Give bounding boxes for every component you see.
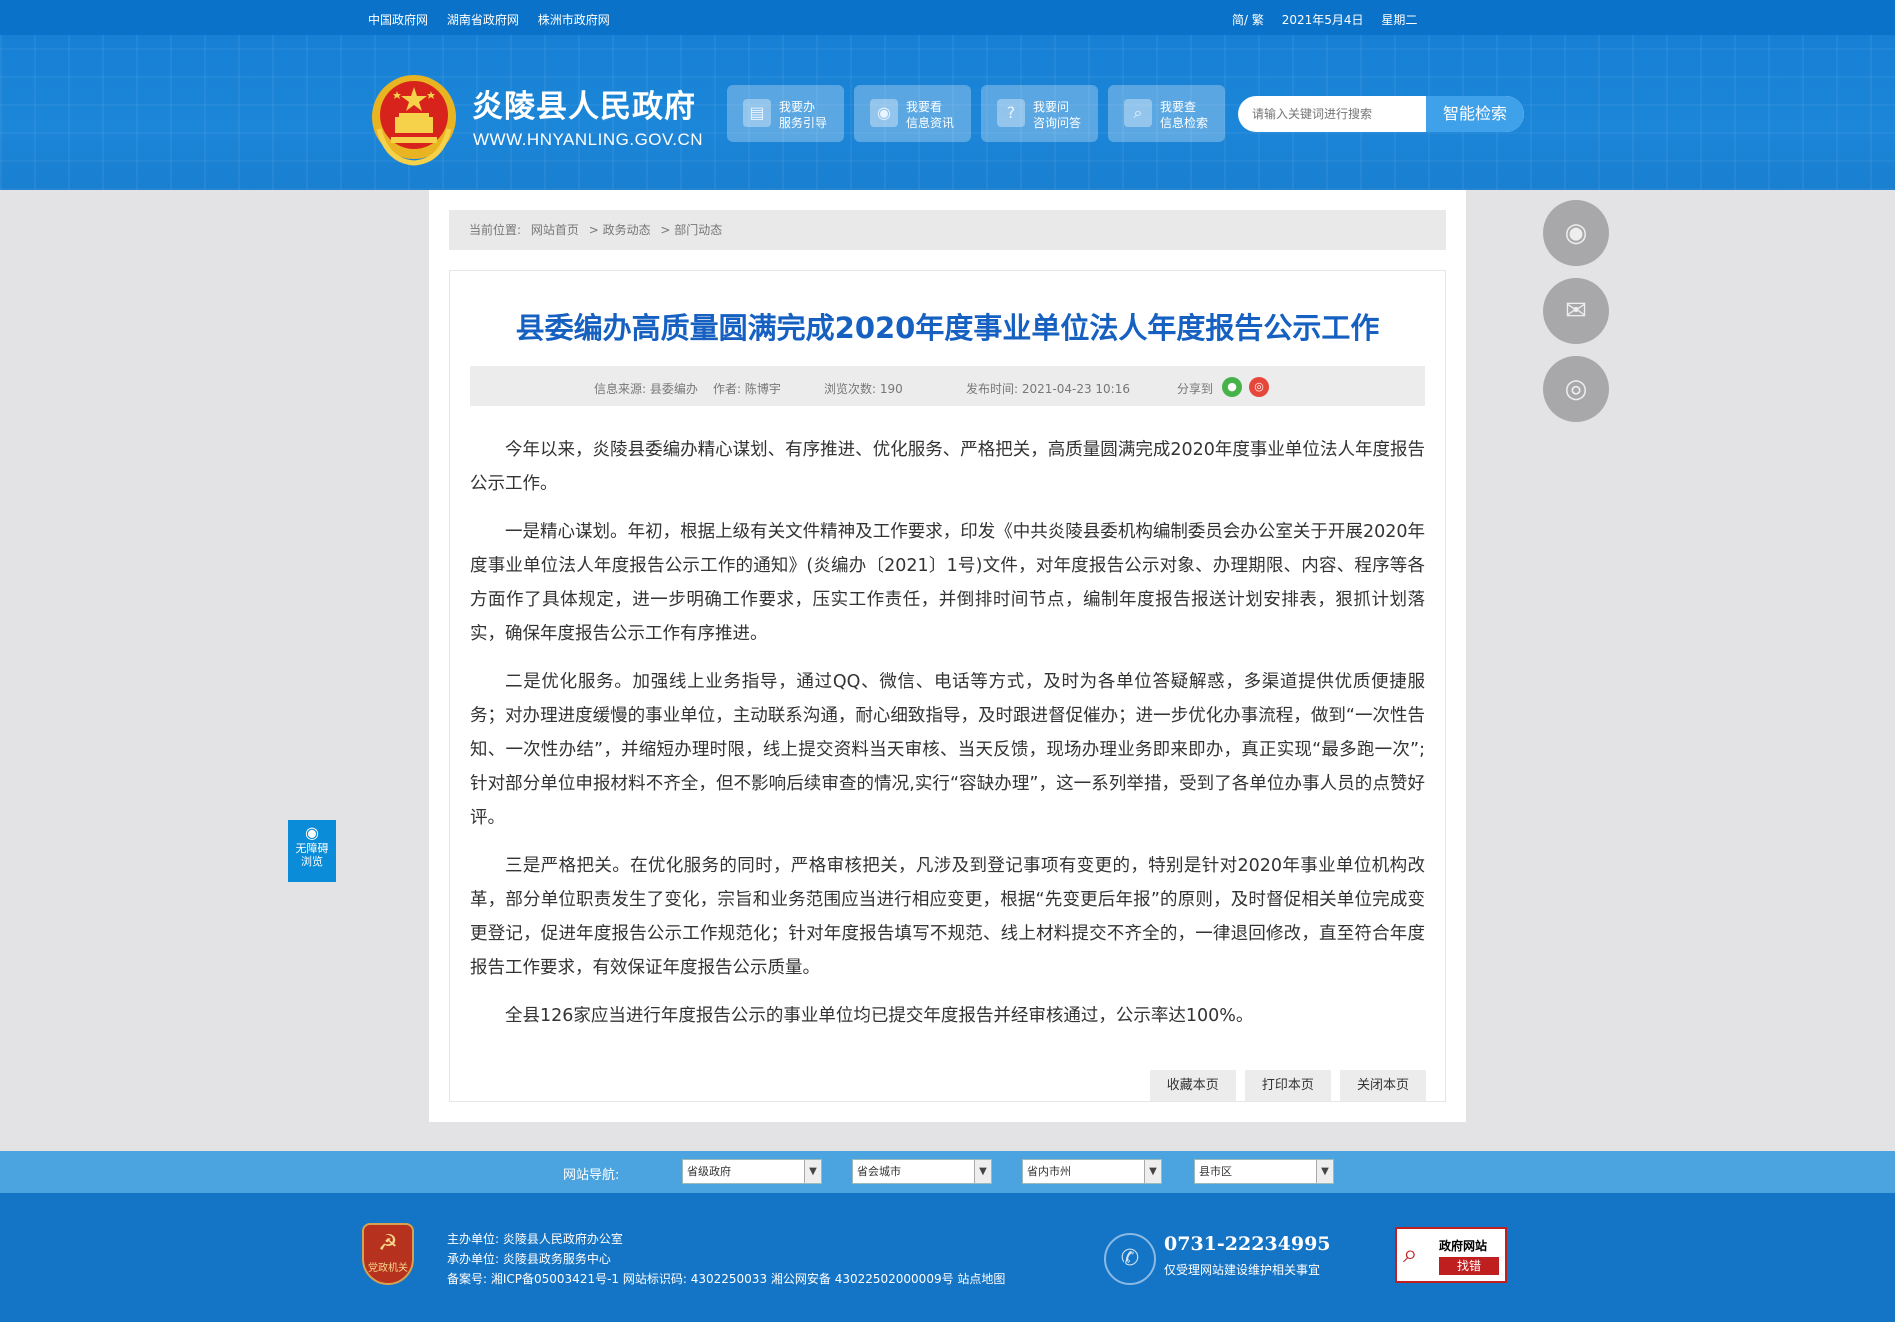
top-link-bar: 中国政府网 湖南省政府网 株洲市政府网 简/ 繁 2021年5月4日 星期二 <box>0 0 1895 35</box>
search-box: 智能检索 <box>1238 96 1524 132</box>
nav-sublabel: 咨询问答 <box>1033 116 1082 130</box>
search-input[interactable] <box>1252 96 1412 132</box>
site-footer: ☭ 党政机关 主办单位: 炎陵县人民政府办公室 承办单位: 炎陵县政务服务中心 … <box>0 1193 1895 1322</box>
breadcrumb-label: 当前位置: <box>469 223 522 237</box>
article-paragraph: 今年以来，炎陵县委编办精心谋划、有序推进、优化服务、严格把关，高质量圆满完成20… <box>470 440 1425 494</box>
meta-source: 信息来源: 县委编办 <box>594 382 698 396</box>
site-nav-bar: 网站导航: 省级政府 ▼ 省会城市 ▼ 省内市州 ▼ 县市区 ▼ <box>0 1151 1895 1193</box>
party-gov-badge[interactable]: ☭ 党政机关 <box>362 1223 414 1285</box>
nav-label: 我要看 <box>906 100 943 114</box>
meta-share-label: 分享到 <box>1177 382 1214 396</box>
nav-consult-qa[interactable]: ? 我要问 咨询问答 <box>981 85 1098 142</box>
article-paragraph: 全县126家应当进行年度报告公示的事业单位均已提交年度报告并经审核通过，公示率达… <box>505 1006 1254 1026</box>
nav-label: 我要办 <box>779 100 816 114</box>
meta-views: 浏览次数: 190 <box>824 382 903 396</box>
print-page-button[interactable]: 打印本页 <box>1244 1070 1331 1101</box>
nav-label: 我要查 <box>1160 100 1197 114</box>
nav-info-search[interactable]: ⌕ 我要查 信息检索 <box>1108 85 1225 142</box>
link-zhuzhou-gov[interactable]: 株洲市政府网 <box>538 13 610 27</box>
eye-icon: ◉ <box>305 823 319 842</box>
select-value: 省内市州 <box>1027 1165 1071 1178</box>
page-tools: 收藏本页 打印本页 关闭本页 <box>1146 1070 1426 1101</box>
date-text: 2021年5月4日 <box>1281 13 1364 27</box>
link-hunan-gov[interactable]: 湖南省政府网 <box>447 13 519 27</box>
select-counties[interactable]: 县市区 ▼ <box>1194 1159 1334 1184</box>
site-title[interactable]: 炎陵县人民政府 <box>472 81 696 126</box>
article-paragraph: 一是精心谋划。年初，根据上级有关文件精神及工作要求，印发《中共炎陵县委机构编制委… <box>470 522 1425 644</box>
chevron-down-icon: ▼ <box>1144 1160 1161 1183</box>
article-paragraph: 二是优化服务。加强线上业务指导，通过QQ、微信、电话等方式，及时为各单位答疑解惑… <box>470 672 1425 828</box>
search-icon: ⌕ <box>1124 99 1152 127</box>
party-badge-label: 党政机关 <box>368 1263 408 1274</box>
wechat-icon[interactable]: ✉ <box>1543 278 1609 344</box>
footer-phone-note: 仅受理网站建设维护相关事宜 <box>1164 1263 1321 1277</box>
lang-switch[interactable]: 简/ 繁 <box>1232 13 1264 27</box>
site-nav-label: 网站导航: <box>563 1168 620 1183</box>
article-meta: 信息来源: 县委编办 作者: 陈博宇 浏览次数: 190 发布时间: 2021-… <box>470 366 1425 406</box>
article-title: 县委编办高质量圆满完成2020年度事业单位法人年度报告公示工作 <box>515 311 1380 345</box>
magnifier-icon: ⌕ <box>1403 1239 1418 1269</box>
footer-record: 备案号: 湘ICP备05003421号-1 网站标识码: 4302250033 … <box>447 1272 1006 1286</box>
topbar-right: 简/ 繁 2021年5月4日 星期二 <box>1232 11 1431 28</box>
accessibility-sublabel: 浏览 <box>301 855 323 868</box>
accessibility-label: 无障碍 <box>295 842 329 855</box>
smart-search-button[interactable]: 智能检索 <box>1426 96 1524 132</box>
footer-phone: 0731-22234995 <box>1164 1233 1331 1255</box>
meta-published: 发布时间: 2021-04-23 10:16 <box>966 382 1130 396</box>
select-value: 省会城市 <box>857 1165 901 1178</box>
breadcrumb: 当前位置: 网站首页 > 政务动态 > 部门动态 <box>449 210 1446 250</box>
bookmark-page-button[interactable]: 收藏本页 <box>1149 1070 1236 1101</box>
weibo-share-icon[interactable]: ◎ <box>1249 377 1269 397</box>
footer-operator: 承办单位: 炎陵县政务服务中心 <box>447 1252 611 1266</box>
site-header: 炎陵县人民政府 WWW.HNYANLING.GOV.CN ▤ 我要办 服务引导 … <box>0 35 1895 190</box>
nav-label: 我要问 <box>1033 100 1070 114</box>
select-provincial-capitals[interactable]: 省会城市 ▼ <box>852 1159 992 1184</box>
eye-icon: ◉ <box>870 99 898 127</box>
eye-icon[interactable]: ◉ <box>1543 200 1609 266</box>
question-icon: ? <box>997 99 1025 127</box>
nav-service-guide[interactable]: ▤ 我要办 服务引导 <box>727 85 844 142</box>
accessibility-button[interactable]: ◉ 无障碍 浏览 <box>288 820 336 882</box>
article: 县委编办高质量圆满完成2020年度事业单位法人年度报告公示工作 信息来源: 县委… <box>449 270 1446 1102</box>
article-body: 今年以来，炎陵县委编办精心谋划、有序推进、优化服务、严格把关，高质量圆满完成20… <box>470 433 1425 1047</box>
link-china-gov[interactable]: 中国政府网 <box>368 13 428 27</box>
breadcrumb-home[interactable]: 网站首页 <box>531 223 579 237</box>
chevron-down-icon: ▼ <box>804 1160 821 1183</box>
select-province-cities[interactable]: 省内市州 ▼ <box>1022 1159 1162 1184</box>
wechat-share-icon[interactable]: ● <box>1222 377 1242 397</box>
breadcrumb-dept-news[interactable]: > 部门动态 <box>660 223 722 237</box>
footer-host: 主办单位: 炎陵县人民政府办公室 <box>447 1232 623 1246</box>
select-value: 县市区 <box>1199 1165 1232 1178</box>
nav-info-news[interactable]: ◉ 我要看 信息资讯 <box>854 85 971 142</box>
breadcrumb-gov-news[interactable]: > 政务动态 <box>589 223 651 237</box>
main-content: 当前位置: 网站首页 > 政务动态 > 部门动态 县委编办高质量圆满完成2020… <box>429 190 1466 1122</box>
phone-icon: ✆ <box>1104 1233 1156 1285</box>
select-provincial-gov[interactable]: 省级政府 ▼ <box>682 1159 822 1184</box>
select-value: 省级政府 <box>687 1165 731 1178</box>
national-emblem-icon <box>372 75 456 166</box>
error-report-title: 政府网站 <box>1439 1239 1488 1253</box>
close-page-button[interactable]: 关闭本页 <box>1340 1070 1426 1101</box>
nav-sublabel: 信息资讯 <box>906 116 955 130</box>
meta-author: 作者: 陈博宇 <box>713 382 781 396</box>
weibo-icon[interactable]: ◎ <box>1543 356 1609 422</box>
gov-site-error-report[interactable]: ⌕ 政府网站 找错 <box>1395 1227 1507 1283</box>
document-icon: ▤ <box>743 99 771 127</box>
chevron-down-icon: ▼ <box>974 1160 991 1183</box>
gov-links: 中国政府网 湖南省政府网 株洲市政府网 <box>368 11 625 28</box>
nav-sublabel: 服务引导 <box>779 116 828 130</box>
article-paragraph: 三是严格把关。在优化服务的同时，严格审核把关，凡涉及到登记事项有变更的，特别是针… <box>470 856 1425 978</box>
nav-sublabel: 信息检索 <box>1160 116 1209 130</box>
site-url: WWW.HNYANLING.GOV.CN <box>473 130 704 149</box>
chevron-down-icon: ▼ <box>1316 1160 1333 1183</box>
error-report-label: 找错 <box>1439 1257 1499 1275</box>
party-emblem-icon: ☭ <box>378 1231 398 1256</box>
weekday-text: 星期二 <box>1381 13 1418 27</box>
